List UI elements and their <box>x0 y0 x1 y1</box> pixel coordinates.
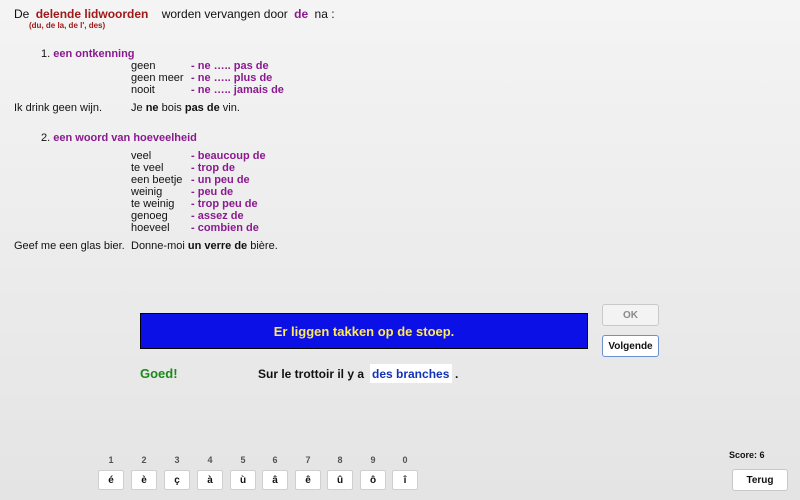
char-key[interactable]: é <box>98 470 124 490</box>
section1-row: nooit <box>131 84 155 96</box>
prompt-text: Er liggen takken op de stoep. <box>273 323 455 339</box>
answer-input[interactable]: des branches <box>370 364 452 383</box>
intro-prefix: De <box>14 7 30 21</box>
key-number: 4 <box>207 455 213 465</box>
char-key[interactable]: ù <box>230 470 256 490</box>
section1-row: geen <box>131 60 155 72</box>
section1-title: 1. een ontkenning <box>41 48 135 60</box>
row-nl: geen <box>131 60 156 72</box>
char-key[interactable]: à <box>197 470 223 490</box>
row-nl: nooit <box>131 84 155 96</box>
key-number: 7 <box>305 455 311 465</box>
key-number: 6 <box>272 455 278 465</box>
intro-sub: (du, de la, de l', des) <box>29 21 106 30</box>
char-key[interactable]: ê <box>295 470 321 490</box>
ok-button[interactable]: OK <box>602 304 659 326</box>
intro-suffix: na : <box>314 7 335 21</box>
char-key[interactable]: ç <box>164 470 190 490</box>
feedback-text: Goed! <box>140 366 178 381</box>
next-button[interactable]: Volgende <box>602 335 659 357</box>
intro-line: De delende lidwoorden worden vervangen d… <box>14 7 335 21</box>
section1-label: een ontkenning <box>53 48 135 60</box>
key-number: 9 <box>370 455 376 465</box>
section2-row-nl: genoeg <box>131 210 168 222</box>
key-number: 5 <box>240 455 246 465</box>
section2-row-nl: weinig <box>131 186 163 198</box>
key-number: 0 <box>402 455 408 465</box>
section2-row-fr: - assez de <box>191 210 244 222</box>
section2-row-nl: te veel <box>131 162 164 174</box>
section2-row-nl: veel <box>131 150 152 162</box>
char-key[interactable]: ô <box>360 470 386 490</box>
section2-row-fr: - beaucoup de <box>191 150 266 162</box>
section2-row-fr: - combien de <box>191 222 259 234</box>
char-key[interactable]: â <box>262 470 288 490</box>
example-part: vin. <box>222 102 240 114</box>
section1-number: 1. <box>41 48 51 60</box>
section2-row-fr: - un peu de <box>191 174 250 186</box>
char-key[interactable]: î <box>392 470 418 490</box>
example-part: Donne-moi <box>131 240 185 252</box>
intro-middle: worden vervangen door <box>161 7 288 21</box>
section2-label: een woord van hoeveelheid <box>53 132 197 144</box>
section2-row-nl: een beetje <box>131 174 183 186</box>
char-key[interactable]: è <box>131 470 157 490</box>
sentence-start: Sur le trottoir il y a <box>258 367 365 381</box>
back-button[interactable]: Terug <box>732 469 788 491</box>
section2-row-fr: - trop de <box>191 162 235 174</box>
section2-row-fr: - trop peu de <box>191 198 258 210</box>
example2-nl: Geef me een glas bier. <box>14 240 125 252</box>
example1-fr: Je ne bois pas de vin. <box>131 102 240 114</box>
example-part-bold: pas de <box>184 102 220 114</box>
example-part-bold: un verre de <box>187 240 248 252</box>
section1-row-fr: - ne ….. pas de <box>191 60 269 72</box>
example-part: bière. <box>250 240 278 252</box>
intro-term: delende lidwoorden <box>35 7 149 21</box>
sentence-end: . <box>455 367 459 381</box>
example-part: bois <box>161 102 182 114</box>
section2-number: 2. <box>41 132 51 144</box>
example-part-bold: ne <box>145 102 159 114</box>
key-number: 2 <box>141 455 147 465</box>
key-number: 1 <box>108 455 114 465</box>
section2-row-nl: hoeveel <box>131 222 170 234</box>
example1-nl: Ik drink geen wijn. <box>14 102 103 114</box>
section2-row-nl: te weinig <box>131 198 175 210</box>
section1-row-fr: - ne ….. jamais de <box>191 84 284 96</box>
row-nl: geen meer <box>131 72 184 84</box>
key-number: 8 <box>337 455 343 465</box>
score-label: Score: 6 <box>729 450 765 460</box>
example-part: Je <box>131 102 143 114</box>
section1-row: geen meer <box>131 72 184 84</box>
section1-row-fr: - ne ….. plus de <box>191 72 273 84</box>
char-key[interactable]: û <box>327 470 353 490</box>
key-number: 3 <box>174 455 180 465</box>
section2-row-fr: - peu de <box>191 186 234 198</box>
example2-fr: Donne-moi un verre de bière. <box>131 240 278 252</box>
prompt-banner: Er liggen takken op de stoep. <box>140 313 588 349</box>
intro-de: de <box>294 7 309 21</box>
section2-title: 2. een woord van hoeveelheid <box>41 132 197 144</box>
